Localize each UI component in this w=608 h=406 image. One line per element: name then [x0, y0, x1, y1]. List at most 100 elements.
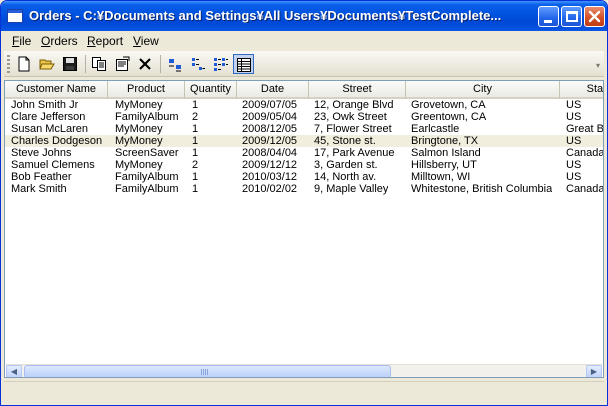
toolbar-overflow-icon[interactable]: ▾ [596, 61, 600, 70]
toolbar-separator [85, 55, 86, 73]
table-cell: MyMoney [115, 159, 163, 171]
scroll-thumb[interactable] [24, 365, 391, 377]
table-cell: 2009/05/04 [242, 111, 298, 123]
table-cell: 45, Stone st. [314, 135, 376, 147]
maximize-icon [566, 11, 578, 22]
table-cell: 1 [192, 123, 199, 135]
table-cell: Bob Feather [11, 171, 72, 183]
table-cell: 7, Flower Street [314, 123, 392, 135]
table-cell: 2010/02/02 [242, 183, 298, 195]
save-button[interactable] [60, 54, 81, 74]
status-bar [4, 381, 604, 403]
window-title: Orders - C:¥Documents and Settings¥All U… [29, 8, 502, 23]
table-cell: FamilyAlbum [115, 111, 179, 123]
table-cell: 2 [192, 111, 199, 123]
table-cell: Samuel Clemens [11, 159, 95, 171]
open-folder-icon [39, 59, 55, 70]
properties-button[interactable] [112, 54, 133, 74]
column-header-customer-name[interactable]: Customer Name [5, 81, 108, 99]
scroll-thumb-grip [201, 369, 209, 375]
list-view-button[interactable] [211, 54, 232, 74]
table-cell: John Smith Jr [11, 99, 79, 111]
delete-icon [139, 58, 151, 70]
table-row[interactable]: Steve Johns ScreenSaver 1 2008/04/04 17, Par… [5, 147, 604, 159]
table-row[interactable]: John Smith Jr MyMoney 1 2009/07/05 12, Orang… [5, 99, 603, 111]
large-icons-view-button[interactable] [165, 54, 186, 74]
table-cell: Grovetown, CA [411, 99, 486, 111]
table-row[interactable]: Bob Feather FamilyAlbum 1 2010/03/12 14, Nor… [5, 171, 603, 183]
table-row[interactable]: Clare Jefferson FamilyAlbum 2 2009/05/04 23,… [5, 111, 603, 123]
table-cell: Earlcastle [411, 123, 460, 135]
open-button[interactable] [37, 54, 58, 74]
table-cell: 1 [192, 135, 199, 147]
table-cell: Whitestone, British Columbia [411, 183, 553, 195]
table-cell: Susan McLaren [11, 123, 89, 135]
column-header-city[interactable]: City [406, 81, 560, 99]
close-button[interactable] [584, 6, 605, 27]
table-cell: 1 [192, 183, 199, 195]
menu-file[interactable]: File [12, 34, 31, 48]
details-view-icon [237, 58, 251, 72]
table-cell: 2009/12/12 [242, 159, 298, 171]
table-body: John Smith Jr MyMoney 1 2009/07/05 12, Orang… [5, 99, 604, 195]
orders-list[interactable]: Customer Name Product Quantity Date Stre… [4, 80, 604, 378]
save-icon [63, 57, 77, 71]
table-cell: 3, Garden st. [314, 159, 378, 171]
title-bar[interactable]: Orders - C:¥Documents and Settings¥All U… [1, 1, 607, 31]
column-header-date[interactable]: Date [237, 81, 309, 99]
table-row[interactable]: Mark Smith FamilyAlbum 1 2010/02/02 9, Maple… [5, 183, 603, 195]
table-cell: US [566, 99, 582, 111]
table-cell: 1 [192, 147, 199, 159]
copy-button[interactable] [89, 54, 110, 74]
column-header-product[interactable]: Product [108, 81, 185, 99]
small-icons-view-icon [192, 58, 205, 70]
menu-report[interactable]: Report [87, 34, 123, 48]
maximize-button[interactable] [561, 6, 582, 27]
table-cell: 1 [192, 99, 199, 111]
scroll-right-button[interactable]: ▶ [586, 365, 602, 377]
menu-view[interactable]: View [133, 34, 159, 48]
table-cell: Steve Johns [11, 147, 72, 159]
properties-icon [116, 56, 130, 71]
delete-button[interactable] [135, 54, 156, 74]
table-cell: 1 [192, 171, 199, 183]
table-cell: US [566, 171, 582, 183]
table-cell: ScreenSaver [115, 147, 179, 159]
table-cell: 14, North av. [314, 171, 377, 183]
table-cell: 12, Orange Blvd [314, 99, 394, 111]
column-header-state[interactable]: State [560, 81, 603, 99]
table-cell: 2 [192, 159, 199, 171]
table-row[interactable]: Samuel Clemens MyMoney 2 2009/12/12 3, Garde… [5, 159, 603, 171]
toolbar-separator [160, 55, 161, 73]
table-cell: Mark Smith [11, 183, 67, 195]
app-icon[interactable] [7, 9, 23, 23]
menu-orders[interactable]: Orders [41, 34, 78, 48]
table-cell: Canada [566, 147, 604, 159]
scroll-left-button[interactable]: ◀ [6, 365, 22, 377]
table-cell: 2008/04/04 [242, 147, 298, 159]
table-cell: 2008/12/05 [242, 123, 298, 135]
table-cell: MyMoney [115, 135, 163, 147]
table-cell: 2010/03/12 [242, 171, 298, 183]
table-cell: Hillsberry, UT [411, 159, 477, 171]
table-cell: Charles Dodgeson [11, 135, 103, 147]
table-cell: US [566, 135, 582, 147]
details-view-button[interactable] [233, 54, 254, 74]
toolbar-grip[interactable] [7, 55, 10, 73]
column-header-street[interactable]: Street [309, 81, 406, 99]
table-row[interactable]: Susan McLaren MyMoney 1 2008/12/05 7, Flower… [5, 123, 603, 135]
minimize-icon [544, 20, 552, 23]
table-cell: 23, Owk Street [314, 111, 387, 123]
table-cell: US [566, 159, 582, 171]
table-cell: Milltown, WI [411, 171, 471, 183]
column-header-quantity[interactable]: Quantity [185, 81, 237, 99]
table-row[interactable]: Charles Dodgeson MyMoney 1 2009/12/05 45, St… [5, 135, 603, 147]
table-cell: Clare Jefferson [11, 111, 86, 123]
horizontal-scrollbar[interactable]: ◀ ▶ [6, 364, 602, 377]
small-icons-view-button[interactable] [188, 54, 209, 74]
table-cell: Bringtone, TX [411, 135, 479, 147]
new-icon [18, 56, 30, 72]
table-cell: 9, Maple Valley [314, 183, 389, 195]
new-button[interactable] [14, 54, 35, 74]
minimize-button[interactable] [538, 6, 559, 27]
